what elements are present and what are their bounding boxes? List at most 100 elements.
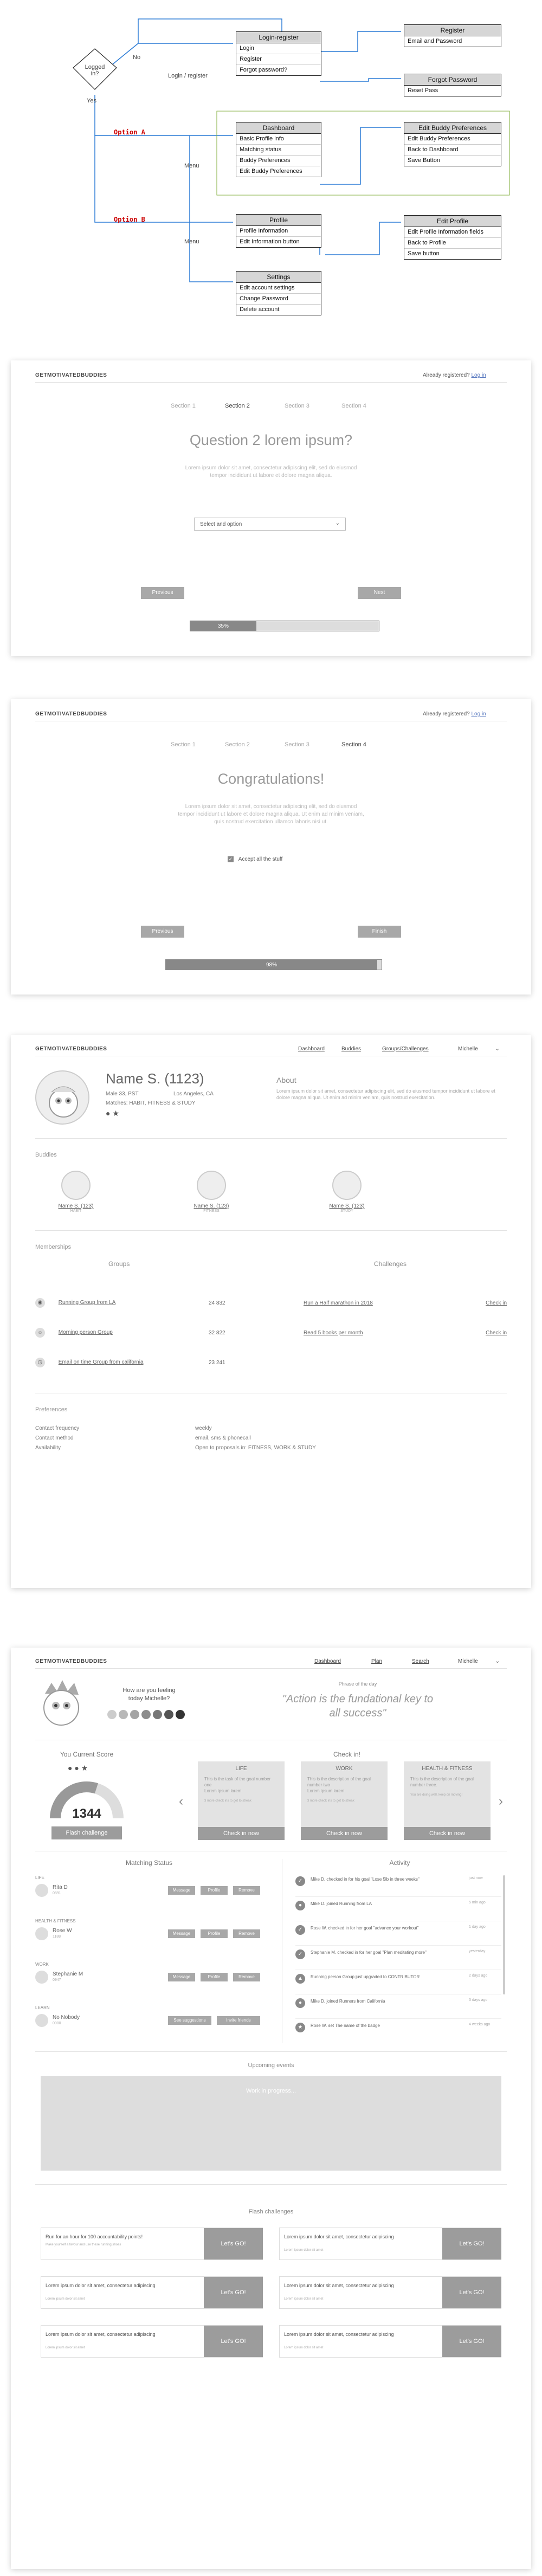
chevron-right-icon[interactable]: › xyxy=(499,1794,503,1809)
profile-button[interactable]: Profile xyxy=(201,1886,228,1895)
mood-option[interactable] xyxy=(107,1710,117,1719)
checkin-button[interactable]: Check in now xyxy=(198,1827,285,1840)
nav-user-menu[interactable]: Michelle xyxy=(458,1658,478,1664)
upgrade-icon: ▲ xyxy=(295,1974,305,1984)
nav-search[interactable]: Search xyxy=(412,1658,429,1664)
remove-button[interactable]: Remove xyxy=(233,1886,260,1895)
next-button[interactable]: Next xyxy=(358,587,401,599)
step-4[interactable]: Section 4 xyxy=(341,403,366,409)
previous-button[interactable]: Previous xyxy=(141,587,184,599)
group-row[interactable]: ☼ Morning person Group 32 822 xyxy=(35,1328,263,1338)
lets-go-button[interactable]: Let's GO! xyxy=(442,2326,501,2357)
chevron-down-icon[interactable]: ⌄ xyxy=(495,1657,500,1664)
nav-plan[interactable]: Plan xyxy=(371,1658,382,1664)
group-row[interactable]: ◉ Running Group from LA 24 832 xyxy=(35,1298,263,1308)
profile-button[interactable]: Profile xyxy=(201,1929,228,1938)
match-name[interactable]: Stephanie M xyxy=(53,1971,83,1977)
login-link[interactable]: Log in xyxy=(472,711,486,717)
activity-text: Mike D. joined Running from LA xyxy=(311,1901,372,1906)
lets-go-button[interactable]: Let's GO! xyxy=(204,2326,263,2357)
step-2[interactable]: Section 2 xyxy=(225,403,250,409)
buddy-card[interactable]: Name S. (123) STUDY xyxy=(306,1171,388,1213)
login-register-label: Login / register xyxy=(168,73,208,79)
login-prompt: Already registered? Log in xyxy=(423,372,486,378)
previous-button[interactable]: Previous xyxy=(141,926,184,938)
nav-buddies[interactable]: Buddies xyxy=(341,1046,361,1052)
mood-option[interactable] xyxy=(119,1710,128,1719)
invite-friends-button[interactable]: Invite friends xyxy=(217,2016,260,2025)
check-in-link[interactable]: Check in xyxy=(486,1330,507,1336)
challenge-row[interactable]: Run a Half marathon in 2018 Check in xyxy=(304,1300,507,1306)
group-name[interactable]: Morning person Group xyxy=(59,1329,113,1335)
group-icon: ● xyxy=(295,1901,305,1910)
message-button[interactable]: Message xyxy=(168,1886,195,1895)
challenge-row[interactable]: Read 5 books per month Check in xyxy=(304,1330,507,1336)
brand-logo[interactable]: GETMOTIVATEDBUDDIES xyxy=(35,1046,107,1052)
chevron-left-icon[interactable]: ‹ xyxy=(179,1794,183,1809)
pref-key: Availability xyxy=(35,1445,61,1451)
match-name[interactable]: No Nobody xyxy=(53,2015,80,2020)
divider xyxy=(35,2184,507,2185)
login-link[interactable]: Log in xyxy=(472,372,486,378)
badge-icons: ● ★ xyxy=(106,1109,119,1118)
see-suggestions-button[interactable]: See suggestions xyxy=(168,2016,211,2025)
buddy-name[interactable]: Name S. (123) xyxy=(35,1203,117,1209)
lets-go-button[interactable]: Let's GO! xyxy=(204,2228,263,2259)
message-button[interactable]: Message xyxy=(168,1929,195,1938)
group-row[interactable]: ◷ Email on time Group from california 23… xyxy=(35,1358,263,1367)
remove-button[interactable]: Remove xyxy=(233,1973,260,1981)
brand-logo[interactable]: GETMOTIVATEDBUDDIES xyxy=(35,372,107,378)
buddy-name[interactable]: Name S. (123) xyxy=(171,1203,252,1209)
mood-option[interactable] xyxy=(164,1710,173,1719)
flash-sub: Lorem ipsum dolor sit amet xyxy=(46,2346,85,2349)
activity-text: Running person Group just upgraded to CO… xyxy=(311,1974,420,1979)
activity-scrollbar[interactable] xyxy=(503,1875,505,1994)
check-in-link[interactable]: Check in xyxy=(486,1300,507,1306)
profile-button[interactable]: Profile xyxy=(201,1973,228,1981)
checkin-button[interactable]: Check in now xyxy=(404,1827,491,1840)
buddy-card[interactable]: Name S. (123) HABIT xyxy=(35,1171,117,1213)
option-select[interactable]: Select and option ⌄ xyxy=(194,518,346,531)
group-name[interactable]: Email on time Group from california xyxy=(59,1359,144,1365)
lets-go-button[interactable]: Let's GO! xyxy=(442,2228,501,2259)
buddy-tag: HABIT xyxy=(70,1209,82,1213)
challenge-name[interactable]: Read 5 books per month xyxy=(304,1330,363,1336)
lets-go-button[interactable]: Let's GO! xyxy=(442,2277,501,2308)
step-4[interactable]: Section 4 xyxy=(341,741,366,748)
nav-user-menu[interactable]: Michelle xyxy=(458,1046,478,1052)
nav-groups-challenges[interactable]: Groups/Challenges xyxy=(382,1046,429,1052)
activity-time: 1 day ago xyxy=(469,1925,486,1929)
checkin-button[interactable]: Check in now xyxy=(301,1827,388,1840)
match-name[interactable]: Rose W xyxy=(53,1928,72,1934)
message-button[interactable]: Message xyxy=(168,1973,195,1981)
nav-dashboard[interactable]: Dashboard xyxy=(298,1046,325,1052)
buddy-card[interactable]: Name S. (123) FITNESS xyxy=(171,1171,252,1213)
mood-option[interactable] xyxy=(141,1710,151,1719)
step-3[interactable]: Section 3 xyxy=(285,403,309,409)
buddy-name[interactable]: Name S. (123) xyxy=(306,1203,388,1209)
match-name[interactable]: Rita D xyxy=(53,1884,68,1890)
flash-text: Lorem ipsum dolor sit amet, consectetur … xyxy=(46,2283,156,2288)
lets-go-button[interactable]: Let's GO! xyxy=(204,2277,263,2308)
nav-dashboard[interactable]: Dashboard xyxy=(314,1658,341,1664)
profile-location: Los Angeles, CA xyxy=(173,1091,214,1097)
flash-challenge-button[interactable]: Flash challenge xyxy=(51,1826,122,1839)
finish-button[interactable]: Finish xyxy=(358,926,401,938)
step-2[interactable]: Section 2 xyxy=(225,741,250,748)
brand-logo[interactable]: GETMOTIVATEDBUDDIES xyxy=(35,1658,107,1664)
step-1[interactable]: Section 1 xyxy=(171,403,196,409)
mood-option[interactable] xyxy=(176,1710,185,1719)
chevron-down-icon[interactable]: ⌄ xyxy=(495,1045,500,1052)
step-1[interactable]: Section 1 xyxy=(171,741,196,748)
box-item: Edit Buddy Preferences xyxy=(240,168,302,175)
dashboard-box: Dashboard Basic Profile info Matching st… xyxy=(236,122,321,177)
step-3[interactable]: Section 3 xyxy=(285,741,309,748)
remove-button[interactable]: Remove xyxy=(233,1929,260,1938)
accept-checkbox[interactable]: ✓ xyxy=(228,856,234,862)
mood-option[interactable] xyxy=(153,1710,162,1719)
brand-logo[interactable]: GETMOTIVATEDBUDDIES xyxy=(35,711,107,717)
mood-option[interactable] xyxy=(130,1710,139,1719)
challenge-name[interactable]: Run a Half marathon in 2018 xyxy=(304,1300,373,1306)
group-name[interactable]: Running Group from LA xyxy=(59,1300,116,1306)
circle-badge-icon: ● xyxy=(74,1764,79,1772)
